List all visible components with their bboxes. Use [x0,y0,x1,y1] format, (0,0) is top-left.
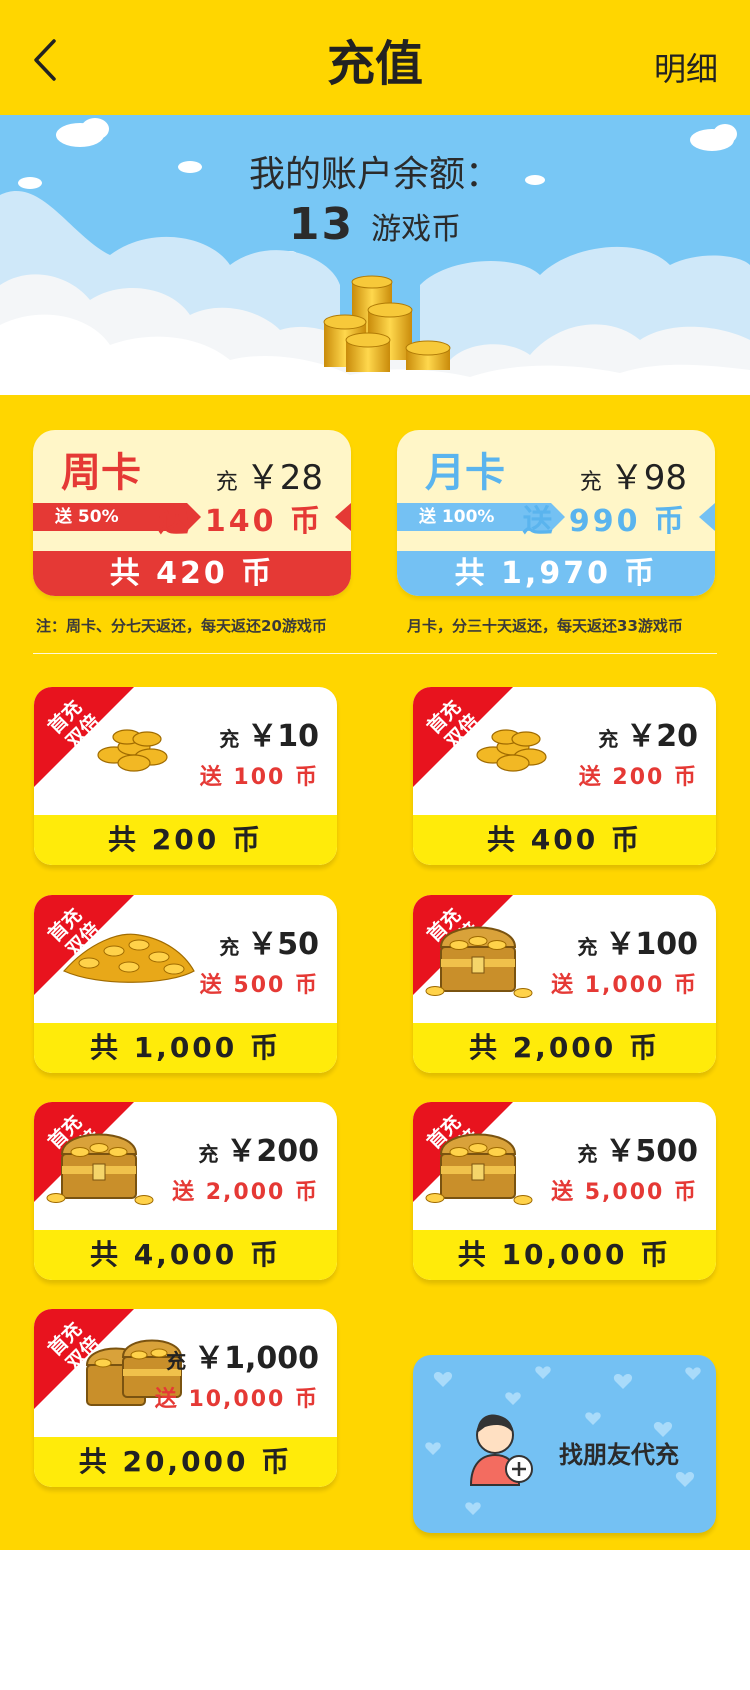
package-bonus: 送 500 币 [199,973,319,998]
week-card[interactable]: 周卡 充 ￥28 送 50% 送 140 币 共 420 币 [33,430,351,596]
balance-banner: 我的账户余额： 13 游戏币 [0,115,750,395]
package-total: 共 10,000 币 [413,1230,716,1280]
person-add-icon [469,1414,533,1486]
charge-prefix: 充 [577,935,598,959]
package-bonus: 送 10,000 币 [154,1387,319,1412]
charge-prefix: 充 [577,1142,598,1166]
treasure-chest-image [423,913,533,1007]
price-value: ￥50 [247,927,319,962]
friend-recharge-label: 找朋友代充 [559,1441,679,1469]
week-card-name: 周卡 [61,450,141,496]
page-title: 充值 [326,36,423,92]
recharge-package-card[interactable]: 首充 双倍充 ￥50 送 500 币共 1,000 币 [34,895,337,1073]
recharge-package-card[interactable]: 首充 双倍充 ￥20 送 200 币共 400 币 [413,687,716,865]
charge-prefix: 充 [579,470,602,495]
package-bonus: 送 200 币 [578,765,698,790]
price-value: ￥200 [226,1134,319,1169]
month-card-note: 月卡，分三十天返还，每天返还33游戏币 [407,617,683,635]
detail-button[interactable]: 明细 [654,44,718,90]
coin-pile-small-image [468,715,558,779]
price-value: ￥98 [609,458,687,498]
header-bar: 充值 明细 [0,0,750,115]
price-value: ￥10 [247,719,319,754]
coin-pile-large-image [59,923,199,997]
package-price: 充 ￥200 [198,1126,319,1170]
coin-stack-icon [323,275,451,372]
charge-prefix: 充 [215,470,238,495]
package-total: 共 4,000 币 [34,1230,337,1280]
month-card-total: 共 1,970 币 [397,551,715,596]
recharge-package-card[interactable]: 首充双倍充￥200送 2,000 币共 4,000 币 [34,1102,337,1280]
month-card-name: 月卡 [425,450,505,496]
package-price: 充 ￥1,000 [166,1333,319,1377]
package-price: 充 ￥20 [598,711,698,755]
package-price: 充 ￥10 [219,711,319,755]
month-card[interactable]: 月卡 充 ￥98 送 100% 送 990 币 共 1,970 币 [397,430,715,596]
package-price: 充 ￥100 [577,919,698,963]
package-total: 共 200 币 [34,815,337,865]
treasure-chest-image [44,1120,154,1214]
price-value: ￥20 [626,719,698,754]
week-card-note: 注：周卡、分七天返还，每天返还20游戏币 [36,617,327,635]
package-bonus: 送 5,000 币 [551,1180,698,1205]
price-value: ￥1,000 [194,1341,319,1376]
recharge-page: 充值 明细 我的账户余额： 13 游戏币 周卡 充 ￥28 送 50% 送 14… [0,0,750,1690]
ribbon-tail [699,503,715,531]
week-card-price: 充 ￥28 [216,450,323,499]
coin-pile-small-image [89,715,179,779]
package-total: 共 20,000 币 [34,1437,337,1487]
charge-prefix: 充 [219,935,240,959]
recharge-package-card[interactable]: 首充 双倍充 ￥1,000 送 10,000 币共 20,000 币 [34,1309,337,1487]
ribbon-tail [335,503,351,531]
charge-prefix: 充 [598,727,619,751]
price-value: ￥100 [605,927,698,962]
recharge-package-card[interactable]: 首充双倍充￥100送 1,000 币共 2,000 币 [413,895,716,1073]
balance-amount-line: 13 游戏币 [0,199,750,250]
package-total: 共 2,000 币 [413,1023,716,1073]
month-card-bonus: 送 990 币 [522,504,687,539]
package-total: 共 400 币 [413,815,716,865]
recharge-options: 周卡 充 ￥28 送 50% 送 140 币 共 420 币 月卡 充 ￥98 送 … [0,395,750,1550]
friend-recharge-button[interactable]: 找朋友代充 [413,1355,716,1533]
week-card-bonus: 送 140 币 [158,504,323,539]
month-card-price: 充 ￥98 [580,450,687,499]
week-card-total: 共 420 币 [33,551,351,596]
charge-prefix: 充 [198,1142,219,1166]
price-value: ￥500 [605,1134,698,1169]
charge-prefix: 充 [219,727,240,751]
divider [33,653,717,654]
balance-unit: 游戏币 [371,212,462,247]
package-price: 充 ￥50 [219,919,319,963]
balance-label: 我的账户余额： [248,154,501,195]
package-bonus: 送 100 币 [199,765,319,790]
package-bonus: 送 1,000 币 [551,973,698,998]
package-total: 共 1,000 币 [34,1023,337,1073]
price-value: ￥28 [245,458,323,498]
charge-prefix: 充 [166,1349,187,1373]
treasure-chest-image [423,1120,533,1214]
recharge-package-card[interactable]: 首充双倍充￥500送 5,000 币共 10,000 币 [413,1102,716,1280]
recharge-package-card[interactable]: 首充 双倍充 ￥10 送 100 币共 200 币 [34,687,337,865]
package-price: 充 ￥500 [577,1126,698,1170]
package-bonus: 送 2,000 币 [172,1180,319,1205]
balance-value: 13 [288,199,355,250]
